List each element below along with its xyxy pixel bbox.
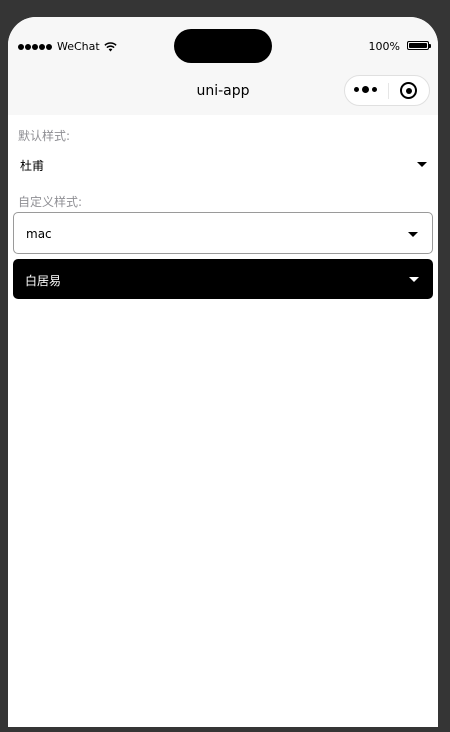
phone-screen: WeChat 100% uni-app 默认样式: 杜甫 自定义样式: mac …	[8, 17, 438, 727]
chevron-down-icon	[409, 277, 419, 282]
more-icon[interactable]	[354, 86, 377, 93]
custom-picker-dark[interactable]: 白居易	[13, 259, 433, 299]
default-picker[interactable]: 杜甫	[20, 155, 428, 177]
signal-dots-icon	[18, 43, 52, 50]
wifi-icon	[104, 41, 117, 51]
default-style-label: 默认样式:	[18, 129, 71, 143]
custom-picker-light-value: mac	[26, 227, 52, 241]
chevron-down-icon	[408, 232, 418, 237]
camera-notch	[174, 29, 272, 63]
status-bar: WeChat 100%	[8, 17, 438, 69]
navigation-bar: uni-app	[8, 69, 438, 115]
close-icon[interactable]	[400, 82, 417, 99]
mini-program-capsule	[344, 75, 430, 106]
battery-icon	[407, 41, 431, 50]
custom-picker-light[interactable]: mac	[13, 212, 433, 254]
capsule-divider	[388, 83, 389, 99]
signal-indicator: WeChat	[18, 40, 117, 53]
battery-percent: 100%	[368, 40, 400, 53]
chevron-down-icon	[417, 162, 427, 167]
custom-style-label: 自定义样式:	[18, 195, 83, 209]
default-picker-value: 杜甫	[20, 159, 45, 173]
carrier-name: WeChat	[57, 40, 100, 53]
custom-picker-dark-value: 白居易	[25, 274, 62, 288]
